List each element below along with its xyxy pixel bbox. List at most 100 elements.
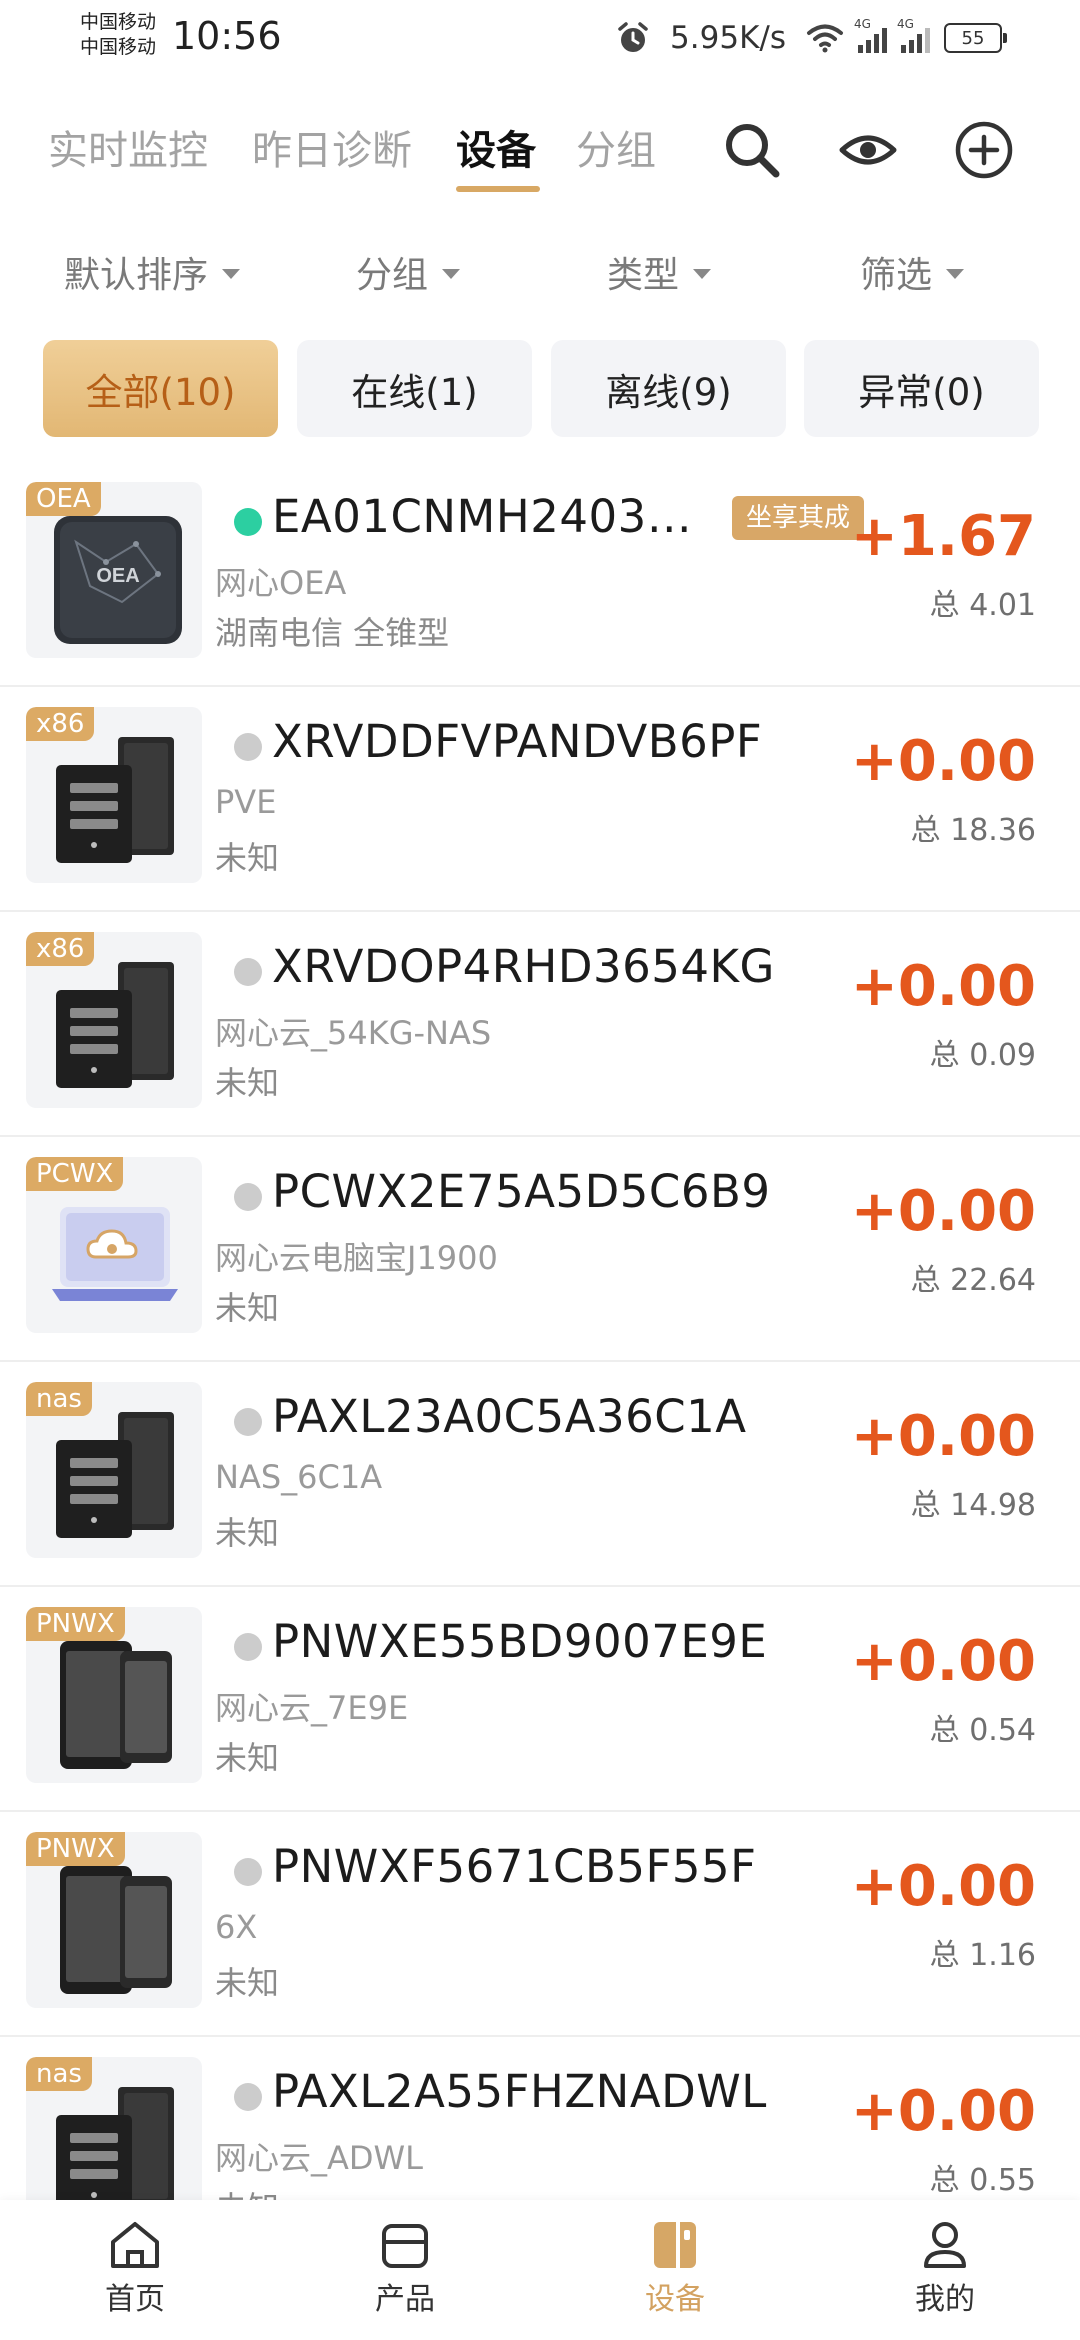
alarm-icon — [618, 22, 648, 52]
offline-status-dot — [234, 1408, 262, 1436]
device-id: EA01CNMH2403… — [272, 490, 693, 543]
chip-offline[interactable]: 离线(9) — [551, 340, 786, 437]
device-location: 未知 — [215, 839, 280, 877]
daily-earnings: +0.00 — [850, 2079, 1036, 2144]
svg-text:OEA: OEA — [96, 565, 139, 587]
nav-home-label: 首页 — [105, 2282, 165, 2317]
offline-status-dot — [234, 1183, 262, 1211]
device-type-badge: PCWX — [26, 1157, 124, 1191]
device-location: 未知 — [215, 1514, 280, 1552]
filter-screen[interactable]: 筛选 — [860, 246, 965, 298]
promo-tag: 坐享其成 — [732, 496, 865, 540]
device-model: 网心云_7E9E — [215, 1689, 409, 1727]
device-row[interactable]: OEA OEA EA01CNMH2403… 坐享其成 网心OEA 湖南电信 全锥… — [0, 462, 1080, 687]
filter-type[interactable]: 类型 — [607, 246, 712, 298]
device-list: OEA OEA EA01CNMH2403… 坐享其成 网心OEA 湖南电信 全锥… — [0, 462, 1080, 2262]
chip-all[interactable]: 全部(10) — [43, 340, 278, 437]
offline-status-dot — [234, 958, 262, 986]
battery-level: 55 — [961, 27, 985, 49]
search-icon[interactable] — [722, 120, 782, 180]
filter-sort[interactable]: 默认排序 — [64, 246, 241, 298]
device-row[interactable]: PNWX PNWXE55BD9007E9E 网心云_7E9E 未知 +0.00 … — [0, 1587, 1080, 1812]
tab-yesterday-diagnosis[interactable]: 昨日诊断 — [252, 118, 412, 176]
nav-home[interactable]: 首页 — [0, 2200, 270, 2340]
device-row[interactable]: x86 XRVDDFVPANDVB6PF PVE 未知 +0.00 总 18.3… — [0, 687, 1080, 912]
device-id: XRVDDFVPANDVB6PF — [272, 715, 763, 768]
daily-earnings: +0.00 — [850, 729, 1036, 794]
chip-online[interactable]: 在线(1) — [297, 340, 532, 437]
caret-down-icon — [693, 269, 712, 279]
caret-down-icon — [222, 269, 241, 279]
device-location: 未知 — [215, 1064, 280, 1102]
device-id: PNWXE55BD9007E9E — [272, 1615, 768, 1668]
caret-down-icon — [442, 269, 461, 279]
filter-sort-label: 默认排序 — [64, 255, 209, 296]
home-icon — [111, 2222, 159, 2268]
device-model: 网心云_54KG-NAS — [215, 1014, 492, 1052]
device-thumbnail: x86 — [26, 932, 202, 1108]
daily-earnings: +0.00 — [850, 1404, 1036, 1469]
total-earnings: 总 4.01 — [929, 588, 1036, 623]
online-status-dot — [234, 508, 262, 536]
status-segment: 全部(10) 在线(1) 离线(9) 异常(0) — [0, 340, 1080, 440]
nav-devices-label: 设备 — [645, 2282, 705, 2317]
daily-earnings: +1.67 — [850, 504, 1036, 569]
net-speed: 5.95K/s — [670, 20, 786, 56]
chip-abnormal[interactable]: 异常(0) — [804, 340, 1039, 437]
device-row[interactable]: PCWX PCWX2E75A5D5C6B9 网心云电脑宝J1900 未知 +0.… — [0, 1137, 1080, 1362]
offline-status-dot — [234, 2083, 262, 2111]
device-model: 网心云电脑宝J1900 — [215, 1239, 498, 1277]
filter-screen-label: 筛选 — [860, 255, 933, 296]
nav-profile-label: 我的 — [915, 2282, 975, 2317]
nav-products-label: 产品 — [375, 2282, 435, 2317]
device-thumbnail: OEA OEA — [26, 482, 202, 658]
device-model: NAS_6C1A — [215, 1458, 383, 1496]
daily-earnings: +0.00 — [850, 1854, 1036, 1919]
device-row[interactable]: x86 XRVDOP4RHD3654KG 网心云_54KG-NAS 未知 +0.… — [0, 912, 1080, 1137]
total-earnings: 总 0.54 — [929, 1713, 1036, 1748]
nav-products[interactable]: 产品 — [270, 2200, 540, 2340]
device-row[interactable]: PNWX PNWXF5671CB5F55F 6X 未知 +0.00 总 1.16 — [0, 1812, 1080, 2037]
daily-earnings: +0.00 — [850, 1179, 1036, 1244]
eye-icon[interactable] — [838, 120, 898, 180]
filter-type-label: 类型 — [607, 255, 680, 296]
nav-profile[interactable]: 我的 — [810, 2200, 1080, 2340]
tab-groups[interactable]: 分组 — [576, 118, 656, 176]
tab-realtime-monitor[interactable]: 实时监控 — [48, 118, 208, 176]
active-tab-indicator — [456, 186, 540, 192]
carrier-1: 中国移动 — [80, 11, 157, 33]
device-icon — [654, 2222, 696, 2268]
device-thumbnail: PNWX — [26, 1832, 202, 2008]
device-type-badge: x86 — [26, 707, 95, 741]
signal-icon-2: 4G — [897, 17, 930, 53]
total-earnings: 总 0.09 — [929, 1038, 1036, 1073]
filter-group[interactable]: 分组 — [356, 246, 461, 298]
device-type-badge: OEA — [26, 482, 101, 516]
daily-earnings: +0.00 — [850, 954, 1036, 1019]
device-id: PCWX2E75A5D5C6B9 — [272, 1165, 771, 1218]
device-thumbnail: nas — [26, 1382, 202, 1558]
box-icon — [382, 2224, 428, 2268]
caret-down-icon — [946, 269, 965, 279]
device-row[interactable]: nas PAXL23A0C5A36C1A NAS_6C1A 未知 +0.00 总… — [0, 1362, 1080, 1587]
device-location: 未知 — [215, 1289, 280, 1327]
clock: 10:56 — [172, 14, 282, 58]
device-type-badge: PNWX — [26, 1832, 125, 1866]
carrier-2: 中国移动 — [80, 36, 157, 58]
device-thumbnail: PCWX — [26, 1157, 202, 1333]
total-earnings: 总 14.98 — [910, 1488, 1036, 1523]
total-earnings: 总 18.36 — [910, 813, 1036, 848]
device-type-badge: nas — [26, 1382, 92, 1416]
device-thumbnail: PNWX — [26, 1607, 202, 1783]
device-location: 未知 — [215, 1739, 280, 1777]
device-type-badge: nas — [26, 2057, 92, 2091]
top-tabs: 实时监控 昨日诊断 设备 分组 — [0, 110, 1080, 210]
total-earnings: 总 0.55 — [929, 2163, 1036, 2198]
tab-devices[interactable]: 设备 — [456, 118, 536, 176]
nav-devices[interactable]: 设备 — [540, 2200, 810, 2340]
device-id: PNWXF5671CB5F55F — [272, 1840, 757, 1893]
add-circle-icon[interactable] — [954, 120, 1014, 180]
filter-group-label: 分组 — [356, 255, 429, 296]
offline-status-dot — [234, 1633, 262, 1661]
device-type-badge: x86 — [26, 932, 95, 966]
